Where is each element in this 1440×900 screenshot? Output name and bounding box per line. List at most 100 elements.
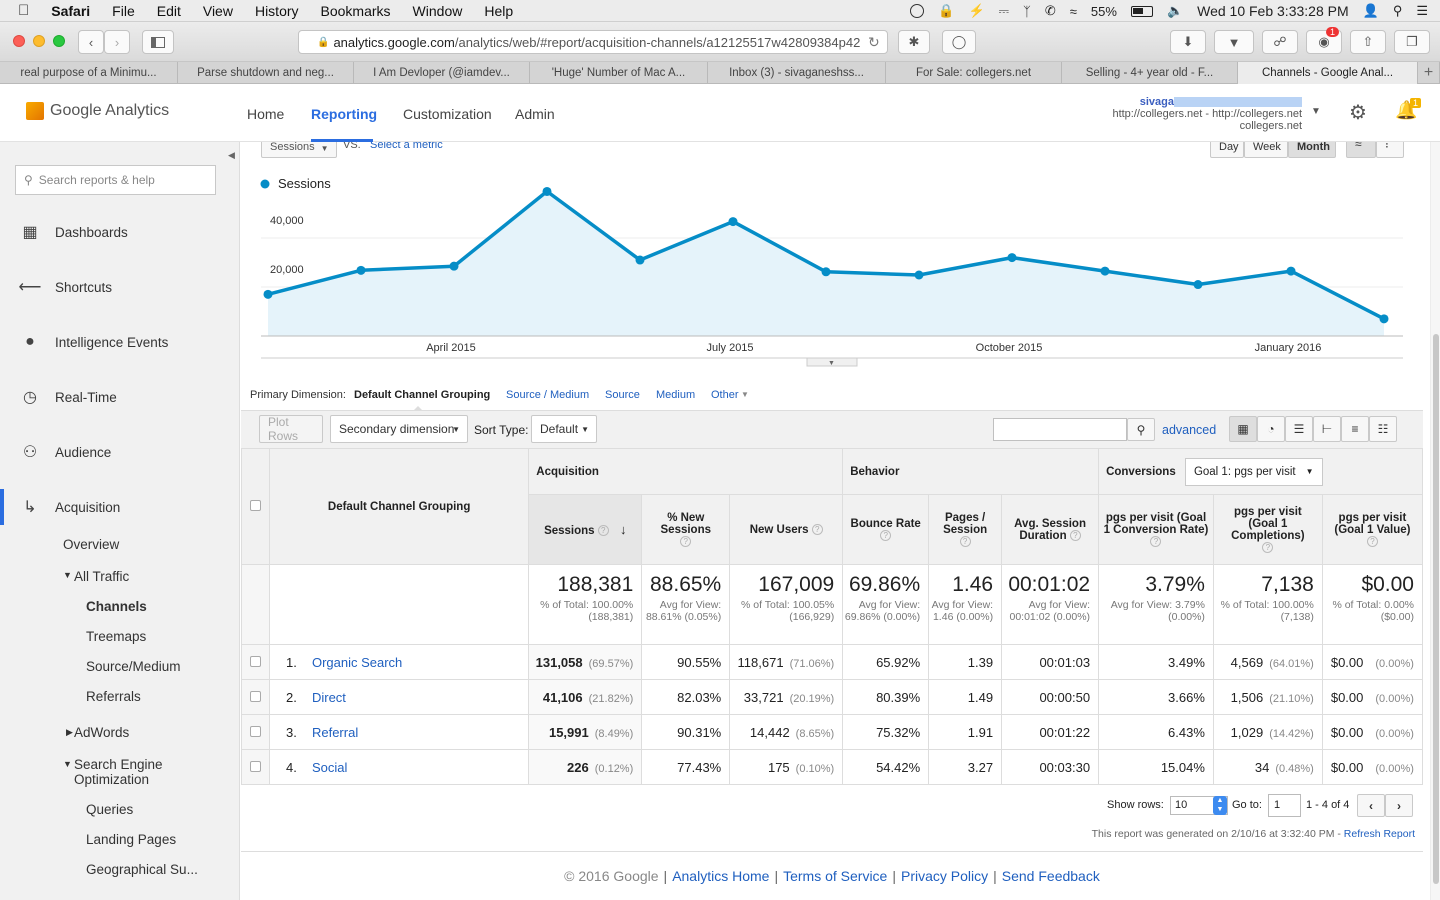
row-channel-link[interactable]: Direct: [312, 690, 346, 705]
select-all-cell[interactable]: [241, 448, 270, 565]
sidebar-sub-landing-pages[interactable]: Landing Pages: [86, 832, 176, 847]
status-menu-icon[interactable]: [910, 4, 925, 18]
browser-tab[interactable]: 'Huge' Number of Mac A...: [530, 62, 708, 84]
help-icon[interactable]: ?: [1262, 541, 1274, 553]
view-table-button[interactable]: ▦: [1229, 416, 1257, 442]
sidebar-sub-source-medium[interactable]: Source/Medium: [86, 659, 181, 674]
nav-reporting[interactable]: Reporting: [311, 106, 377, 122]
col-goal-conv-rate[interactable]: pgs per visit (Goal 1 Conversion Rate) ?: [1098, 494, 1214, 565]
share-button[interactable]: ⇧: [1350, 30, 1386, 54]
settings-gear-icon[interactable]: ⚙: [1349, 100, 1367, 125]
help-icon[interactable]: ?: [811, 523, 823, 535]
row-channel-link[interactable]: Social: [312, 760, 347, 775]
col-pages-session[interactable]: Pages / Session?: [928, 494, 1003, 565]
wifi-icon[interactable]: ≈: [1070, 4, 1077, 19]
help-icon[interactable]: ?: [597, 525, 609, 537]
menu-window[interactable]: Window: [413, 3, 463, 19]
extension-puzzle-button[interactable]: ✱: [898, 30, 930, 54]
forward-button[interactable]: ›: [104, 30, 130, 54]
extension-link-button[interactable]: ☍: [1262, 30, 1298, 54]
prev-page-button[interactable]: ‹: [1357, 794, 1385, 817]
menu-edit[interactable]: Edit: [157, 3, 181, 19]
bolt-icon[interactable]: ⚡: [968, 3, 984, 19]
page-scrollbar[interactable]: [1430, 142, 1440, 900]
battery-icon[interactable]: [1130, 5, 1153, 17]
bluetooth-icon[interactable]: ᛉ: [1023, 4, 1031, 19]
menu-bookmarks[interactable]: Bookmarks: [321, 3, 391, 19]
period-month-button[interactable]: Month: [1288, 142, 1336, 158]
sidebar-item-intelligence[interactable]: ● Intelligence Events: [0, 324, 240, 360]
sidebar-item-shortcuts[interactable]: ⟵ Shortcuts: [0, 269, 240, 305]
ga-logo[interactable]: Google Analytics: [26, 102, 169, 120]
spotlight-icon[interactable]: ⚲: [1393, 3, 1403, 19]
plug-icon[interactable]: ⎓: [999, 3, 1009, 19]
expand-triangle-icon[interactable]: ▼: [63, 570, 72, 580]
row-checkbox[interactable]: [249, 690, 261, 702]
extension-shield-button[interactable]: ◯: [942, 30, 976, 54]
search-reports-input[interactable]: ⚲ Search reports & help: [15, 165, 216, 195]
help-icon[interactable]: ?: [680, 535, 692, 547]
footer-analytics-home[interactable]: Analytics Home: [672, 868, 769, 884]
dimension-other[interactable]: Other: [711, 389, 739, 401]
sidebar-sub-adwords[interactable]: AdWords: [74, 725, 129, 740]
view-term-cloud-button[interactable]: ≡: [1341, 416, 1369, 442]
sidebar-toggle-button[interactable]: [142, 30, 174, 54]
col-goal-completions[interactable]: pgs per visit (Goal 1 Completions)?: [1212, 494, 1323, 565]
menu-app[interactable]: Safari: [51, 3, 90, 19]
table-search-button[interactable]: ⚲: [1127, 418, 1155, 441]
notification-center-icon[interactable]: ☰: [1416, 3, 1428, 19]
col-sessions[interactable]: Sessions ? ↓: [528, 494, 643, 565]
ghostery-button[interactable]: ◉ 1: [1306, 27, 1342, 54]
tabs-overview-button[interactable]: ❐: [1394, 30, 1430, 54]
plot-rows-button[interactable]: Plot Rows: [259, 415, 323, 443]
account-dropdown-icon[interactable]: ▼: [1311, 106, 1321, 117]
view-pivot-button[interactable]: ☷: [1369, 416, 1397, 442]
battery-percent[interactable]: 55%: [1091, 4, 1117, 19]
period-day-button[interactable]: Day: [1210, 142, 1244, 158]
account-selector[interactable]: sivaga http://collegers.net - http://col…: [1112, 96, 1302, 132]
minimize-window-button[interactable]: [33, 35, 45, 47]
view-comparison-button[interactable]: ⊢: [1313, 416, 1341, 442]
phone-icon[interactable]: ✆: [1045, 3, 1056, 19]
next-page-button[interactable]: ›: [1385, 794, 1413, 817]
chart-type-line-button[interactable]: ≈: [1346, 142, 1376, 158]
browser-tab[interactable]: Selling - 4+ year old - F...: [1062, 62, 1238, 84]
sort-down-arrow-icon[interactable]: ↓: [620, 522, 627, 537]
address-bar[interactable]: 🔒 analytics.google.com/analytics/web/#re…: [298, 30, 888, 54]
reload-icon[interactable]: ↻: [868, 34, 880, 51]
browser-tab[interactable]: Inbox (3) - sivaganeshss...: [708, 62, 886, 84]
sidebar-item-realtime[interactable]: ◷ Real-Time: [0, 379, 240, 415]
collapsed-triangle-icon[interactable]: ▶: [66, 727, 73, 738]
select-metric-link[interactable]: Select a metric: [370, 142, 443, 151]
row-channel-link[interactable]: Organic Search: [312, 655, 402, 670]
row-checkbox[interactable]: [249, 725, 261, 737]
menu-file[interactable]: File: [112, 3, 135, 19]
col-new-users[interactable]: New Users ?: [729, 494, 844, 565]
goto-input[interactable]: 1: [1268, 794, 1301, 817]
nav-admin[interactable]: Admin: [515, 106, 555, 122]
row-select-cell[interactable]: [241, 749, 270, 785]
user-icon[interactable]: 👤: [1363, 3, 1379, 19]
table-filter-input[interactable]: [993, 418, 1127, 441]
clock[interactable]: Wed 10 Feb 3:33:28 PM: [1197, 3, 1349, 19]
dimension-source[interactable]: Source: [605, 389, 640, 401]
expand-triangle-icon[interactable]: ▼: [63, 759, 72, 769]
collapse-sidebar-icon[interactable]: ◀: [228, 150, 242, 174]
col-bounce-rate[interactable]: Bounce Rate?: [842, 494, 930, 565]
sidebar-item-audience[interactable]: ⚇ Audience: [0, 434, 240, 470]
dimension-default-channel-grouping[interactable]: Default Channel Grouping: [354, 389, 490, 401]
col-goal-value[interactable]: pgs per visit (Goal 1 Value)?: [1321, 494, 1423, 565]
zoom-window-button[interactable]: [53, 35, 65, 47]
dimension-medium[interactable]: Medium: [656, 389, 695, 401]
col-avg-duration[interactable]: Avg. Session Duration ?: [1001, 494, 1100, 565]
secondary-dimension-select[interactable]: Secondary dimension ▼: [330, 415, 468, 443]
nav-customization[interactable]: Customization: [403, 106, 492, 122]
help-icon[interactable]: ?: [880, 529, 892, 541]
help-icon[interactable]: ?: [1069, 529, 1081, 541]
back-button[interactable]: ‹: [78, 30, 104, 54]
sidebar-sub-queries[interactable]: Queries: [86, 802, 133, 817]
dimension-source-medium[interactable]: Source / Medium: [506, 389, 589, 401]
footer-terms[interactable]: Terms of Service: [783, 868, 887, 884]
browser-tab[interactable]: I Am Devloper (@iamdev...: [354, 62, 530, 84]
menu-help[interactable]: Help: [484, 3, 513, 19]
